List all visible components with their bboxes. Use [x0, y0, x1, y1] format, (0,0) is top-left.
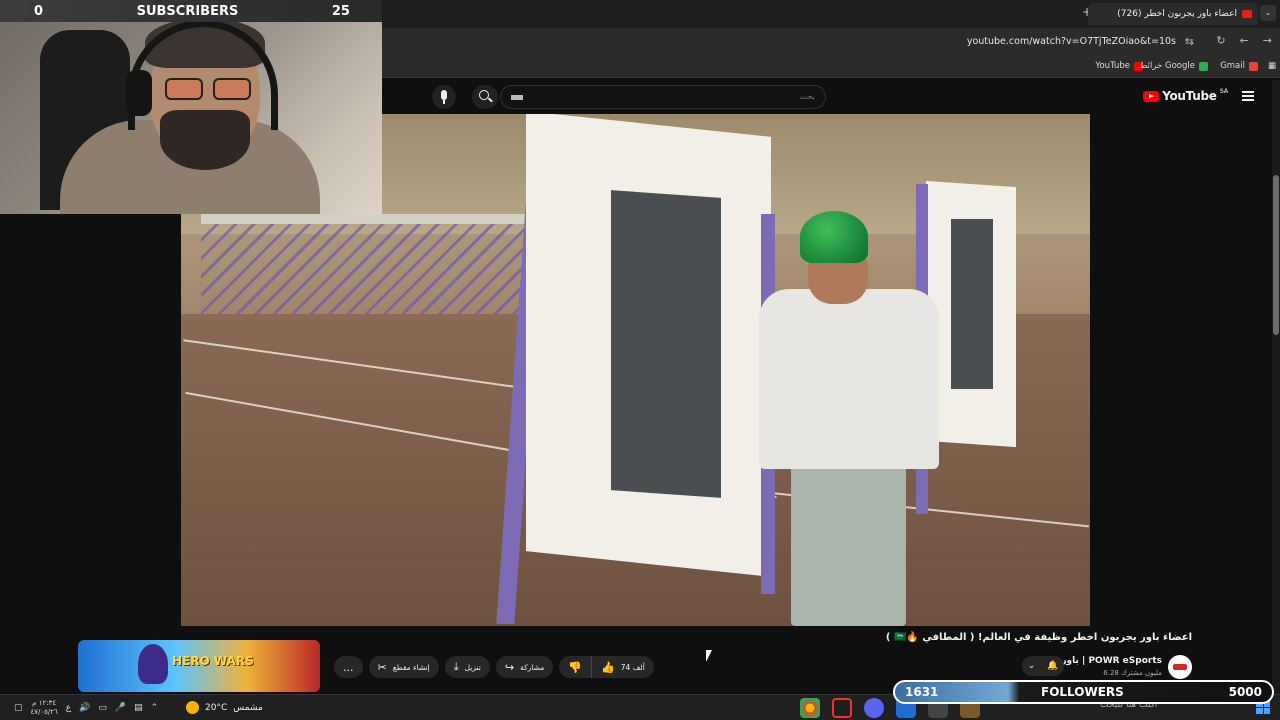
- microphone-stand: [443, 100, 445, 104]
- person-pants: [791, 454, 906, 626]
- keyboard-icon[interactable]: [511, 95, 523, 100]
- subscribers-goal: 25: [331, 3, 350, 19]
- share-button[interactable]: ↪ مشاركة: [495, 656, 554, 678]
- url-field[interactable]: youtube.com/watch?v=O7TjTeZOiao&t=10s: [967, 36, 1176, 47]
- bookmark-label: خرائط Google: [1139, 61, 1195, 71]
- like-count: 74 ألف: [620, 662, 645, 672]
- hero-character-image: [138, 644, 168, 684]
- battery-icon[interactable]: ▤: [134, 703, 143, 713]
- back-icon[interactable]: →: [1263, 34, 1272, 47]
- tab-search-icon[interactable]: ⌄: [1260, 5, 1276, 21]
- volume-icon[interactable]: 🔊: [79, 703, 90, 713]
- clock-time: ١٢:٣٤ م: [32, 699, 57, 707]
- more-actions-button[interactable]: ...: [334, 656, 363, 678]
- like-button[interactable]: 👍 74 ألف: [592, 656, 654, 678]
- forward-icon[interactable]: ←: [1240, 34, 1249, 47]
- stone-slab: [611, 190, 721, 498]
- green-helmet: [800, 211, 868, 263]
- channel-avatar[interactable]: [1168, 655, 1192, 679]
- menu-icon[interactable]: [1242, 91, 1254, 101]
- scissors-icon: ✂: [377, 660, 387, 674]
- notifications-icon[interactable]: ▢: [14, 703, 23, 713]
- channel-subscriber-count: 6.28 مليون مشترك: [1103, 669, 1162, 677]
- network-icon[interactable]: ▭: [98, 703, 107, 713]
- obs-icon[interactable]: [832, 698, 852, 718]
- subscribers-goal-bar: 0 SUBSCRIBERS 25: [0, 0, 382, 22]
- site-settings-icon[interactable]: ⇆: [1185, 35, 1194, 48]
- youtube-play-icon: [1143, 90, 1160, 102]
- voice-search-button[interactable]: [432, 85, 456, 109]
- search-icon: [479, 90, 489, 100]
- bookmark-gmail[interactable]: Gmail: [1220, 61, 1258, 71]
- language-indicator[interactable]: ع: [66, 703, 71, 713]
- dislike-button[interactable]: 👎: [559, 656, 593, 678]
- screen: + ✕ (726) اعضاء باور يجربون اخطر ⌄ ⇆ you…: [0, 0, 1280, 720]
- thumbs-up-icon: 👍: [601, 660, 615, 674]
- reload-icon[interactable]: ↻: [1216, 34, 1225, 47]
- share-icon: ↪: [504, 660, 515, 674]
- search-placeholder: بحث: [799, 92, 815, 101]
- system-tray: ▢ ١٢:٣٤ م ٤٧/٠٥/٢٦ ع 🔊 ▭ 🎤 ▤ ⌃: [14, 699, 158, 717]
- subscribers-label: SUBSCRIBERS: [136, 3, 239, 19]
- bookmark-maps[interactable]: خرائط Google: [1140, 61, 1208, 71]
- video-title: اعضاء باور يجربون اخطر وظيفة في العالم! …: [885, 632, 1192, 643]
- search-button[interactable]: [472, 85, 498, 109]
- clock-date: ٤٧/٠٥/٢٦: [30, 708, 58, 716]
- subscribers-current: 0: [34, 3, 44, 19]
- chrome-icon[interactable]: [800, 698, 820, 718]
- followers-current: 1631: [905, 685, 939, 699]
- weather-widget[interactable]: 20°C مشمس: [186, 701, 263, 714]
- maps-icon: [1199, 61, 1208, 71]
- scrollbar-thumb[interactable]: [1273, 175, 1279, 335]
- weather-temp: 20°C: [205, 702, 228, 713]
- taskbar-clock[interactable]: ١٢:٣٤ م ٤٧/٠٥/٢٦: [31, 699, 58, 717]
- followers-label: FOLLOWERS: [1041, 685, 1124, 699]
- download-icon: ⤓: [453, 660, 459, 673]
- gmail-icon: [1249, 61, 1258, 71]
- search-input[interactable]: بحث: [500, 85, 826, 109]
- microphone-tray-icon[interactable]: 🎤: [115, 703, 126, 713]
- bell-icon: 🔔: [1046, 661, 1059, 671]
- sun-icon: [186, 701, 199, 714]
- browser-tab-youtube[interactable]: (726) اعضاء باور يجربون اخطر: [1088, 3, 1258, 25]
- subscribed-bell-button[interactable]: ⌄ 🔔: [1022, 656, 1064, 676]
- video-actions: ... ✂ إنشاء مقطع ⤓ تنزيل ↪ مشاركة 👎 👍 74…: [334, 656, 654, 678]
- followers-goal-bar: 1631 FOLLOWERS 5000: [893, 680, 1274, 704]
- tab-title: (726) اعضاء باور يجربون اخطر: [1117, 9, 1237, 19]
- download-button[interactable]: ⤓ تنزيل: [444, 656, 490, 678]
- nav-controls: ↻ ← →: [1216, 34, 1272, 47]
- mouse-cursor-icon: [706, 650, 712, 662]
- stone-slab: [951, 219, 993, 389]
- logo-text: YouTube: [1162, 89, 1217, 103]
- bookmark-youtube[interactable]: YouTube: [1095, 61, 1143, 71]
- person-shirt: [759, 289, 939, 469]
- clip-label: إنشاء مقطع: [392, 662, 430, 672]
- share-label: مشاركة: [520, 662, 545, 672]
- followers-goal: 5000: [1228, 685, 1262, 699]
- weather-text: مشمس: [233, 702, 263, 713]
- app-icon[interactable]: [864, 698, 884, 718]
- bookmark-label: YouTube: [1095, 61, 1130, 71]
- download-label: تنزيل: [464, 662, 481, 672]
- show-hidden-icons[interactable]: ⌃: [151, 703, 159, 713]
- page-scrollbar[interactable]: [1272, 80, 1280, 694]
- bookmark-label: Gmail: [1220, 61, 1245, 71]
- channel-name[interactable]: باور | POWR eSports: [1061, 656, 1162, 666]
- youtube-favicon-icon: [1242, 10, 1252, 18]
- thumbs-down-icon: 👎: [568, 660, 583, 674]
- headset-earcup: [126, 70, 152, 116]
- ad-logo: HERO WARS: [172, 654, 254, 668]
- clip-button[interactable]: ✂ إنشاء مقطع: [368, 656, 439, 678]
- microphone-icon: [441, 90, 447, 100]
- like-dislike-group: 👎 👍 74 ألف: [559, 656, 654, 678]
- more-icon: ...: [343, 660, 354, 674]
- webcam-overlay: 0 SUBSCRIBERS 25: [0, 0, 382, 214]
- hero-wars-ad-banner[interactable]: HERO WARS: [78, 640, 320, 692]
- apps-grid-icon[interactable]: ▦: [1268, 61, 1276, 71]
- chevron-down-icon: ⌄: [1027, 661, 1036, 671]
- youtube-logo[interactable]: YouTube SA: [1143, 87, 1229, 103]
- country-code: SA: [1219, 87, 1229, 95]
